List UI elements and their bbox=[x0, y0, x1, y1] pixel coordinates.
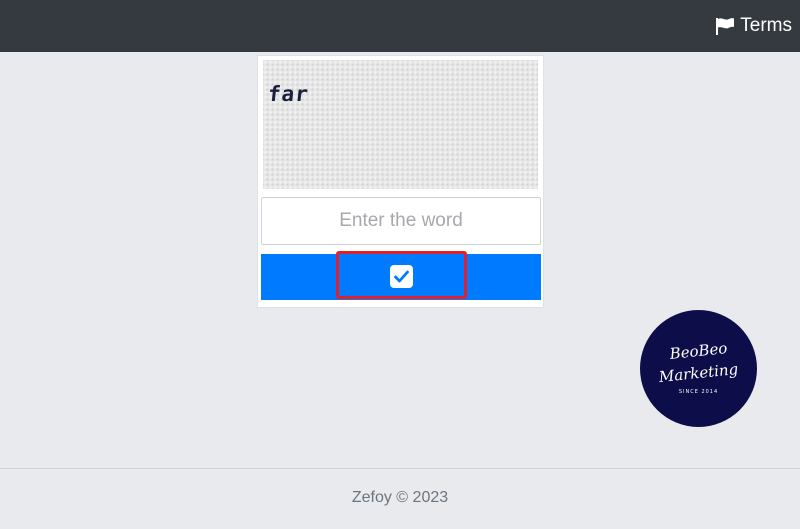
page: Terms far BeoBeo Marketing SINCE 2014 Ze… bbox=[0, 0, 800, 529]
flag-icon bbox=[715, 17, 735, 35]
captcha-input[interactable] bbox=[261, 197, 541, 245]
captcha-card: far bbox=[257, 55, 544, 308]
captcha-image: far bbox=[263, 60, 538, 189]
submit-button[interactable] bbox=[261, 251, 541, 300]
terms-link[interactable]: Terms bbox=[715, 13, 792, 39]
captcha-word: far bbox=[266, 82, 311, 106]
footer-copyright: Zefoy © 2023 bbox=[351, 489, 449, 506]
footer: Zefoy © 2023 bbox=[0, 468, 800, 529]
beobeo-marketing-logo: BeoBeo Marketing SINCE 2014 bbox=[640, 310, 757, 427]
check-square-icon bbox=[390, 265, 413, 288]
terms-label: Terms bbox=[740, 15, 792, 36]
logo-line-3: SINCE 2014 bbox=[678, 389, 719, 395]
top-navbar: Terms bbox=[0, 0, 800, 52]
